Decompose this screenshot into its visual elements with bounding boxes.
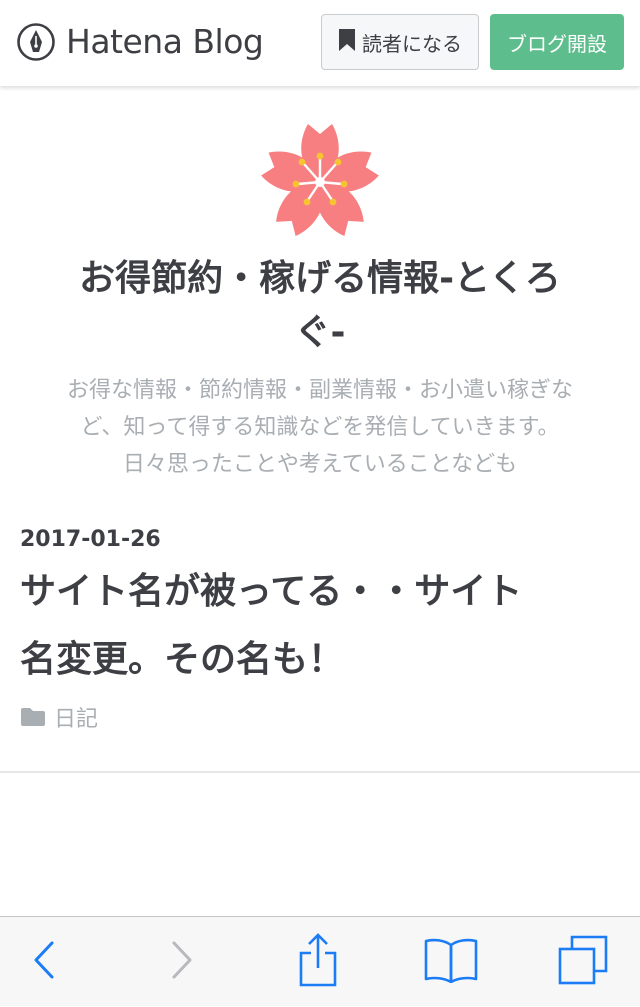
share-icon — [298, 933, 338, 991]
start-blog-button[interactable]: ブログ開設 — [490, 14, 624, 70]
hatena-blog-logo[interactable]: Hatena Blog — [16, 22, 264, 62]
chevron-right-icon — [170, 940, 194, 984]
entry-date[interactable]: 2017-01-26 — [20, 526, 161, 554]
forward-button[interactable] — [152, 917, 212, 1007]
start-blog-label: ブログ開設 — [507, 31, 607, 56]
subscribe-button[interactable]: 読者になる — [321, 14, 479, 70]
cherry-blossom-logo[interactable] — [258, 120, 382, 244]
browser-toolbar — [0, 916, 640, 1006]
folder-icon — [20, 707, 46, 727]
entry-category-label: 日記 — [54, 707, 99, 732]
hatena-pen-icon — [16, 22, 56, 62]
blog-description-line2: ど、知って得する知識などを発信していきます。 — [80, 415, 560, 440]
blog-description: お得な情報・節約情報・副業情報・お小遣い稼ぎな ど、知って得する知識などを発信し… — [20, 372, 620, 483]
tabs-button[interactable] — [550, 917, 616, 1007]
blog-description-line1: お得な情報・節約情報・副業情報・お小遣い稼ぎな — [66, 378, 573, 403]
entry-title-line2: 名変更。その名も！ — [20, 639, 345, 680]
blog-title[interactable]: お得節約・稼げる情報-とくろ ぐ- — [20, 252, 620, 360]
entry-title[interactable]: サイト名が被ってる・・サイト 名変更。その名も！ — [20, 558, 620, 694]
bookmarks-button[interactable] — [418, 917, 484, 1007]
share-button[interactable] — [288, 917, 348, 1007]
global-header: Hatena Blog 読者になる ブログ開設 — [0, 0, 640, 86]
bookmark-icon — [338, 28, 356, 57]
tabs-icon — [558, 935, 608, 989]
entry-title-line1: サイト名が被ってる・・サイト — [20, 571, 523, 612]
logo-text: Hatena Blog — [66, 22, 264, 61]
back-button[interactable] — [14, 917, 74, 1007]
open-book-icon — [424, 937, 478, 987]
blog-description-line3: 日々思ったことや考えていることなども — [122, 452, 518, 477]
entry-category-link[interactable]: 日記 — [20, 700, 98, 734]
blog-title-line2: ぐ- — [294, 312, 346, 353]
chevron-left-icon — [32, 940, 56, 984]
subscribe-label: 読者になる — [362, 31, 462, 56]
entry-divider — [0, 771, 640, 773]
blog-title-line1: お得節約・稼げる情報-とくろ — [79, 258, 561, 299]
